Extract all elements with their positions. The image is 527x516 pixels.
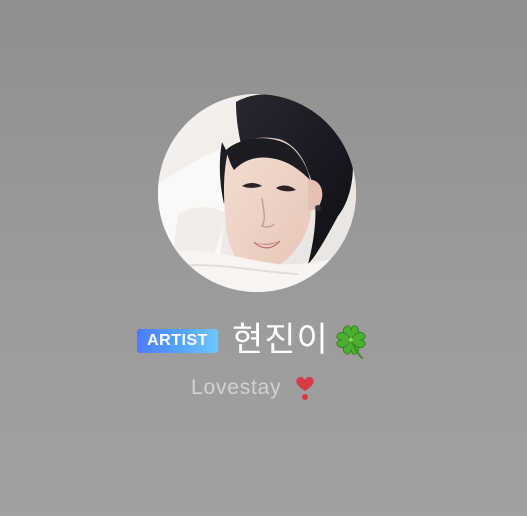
profile-avatar[interactable] [158, 94, 356, 292]
name-row: ARTIST 현진이 [0, 318, 527, 364]
profile-bio: Lovestay [191, 376, 282, 399]
display-name: 현진이 [232, 320, 329, 360]
artist-badge: ARTIST [137, 329, 218, 353]
heavy-exclamation-heart-icon [296, 376, 314, 400]
artist-profile: ARTIST 현진이 Lovestay [0, 0, 527, 516]
four-leaf-clover-icon [336, 325, 366, 359]
profile-photo [158, 94, 356, 292]
